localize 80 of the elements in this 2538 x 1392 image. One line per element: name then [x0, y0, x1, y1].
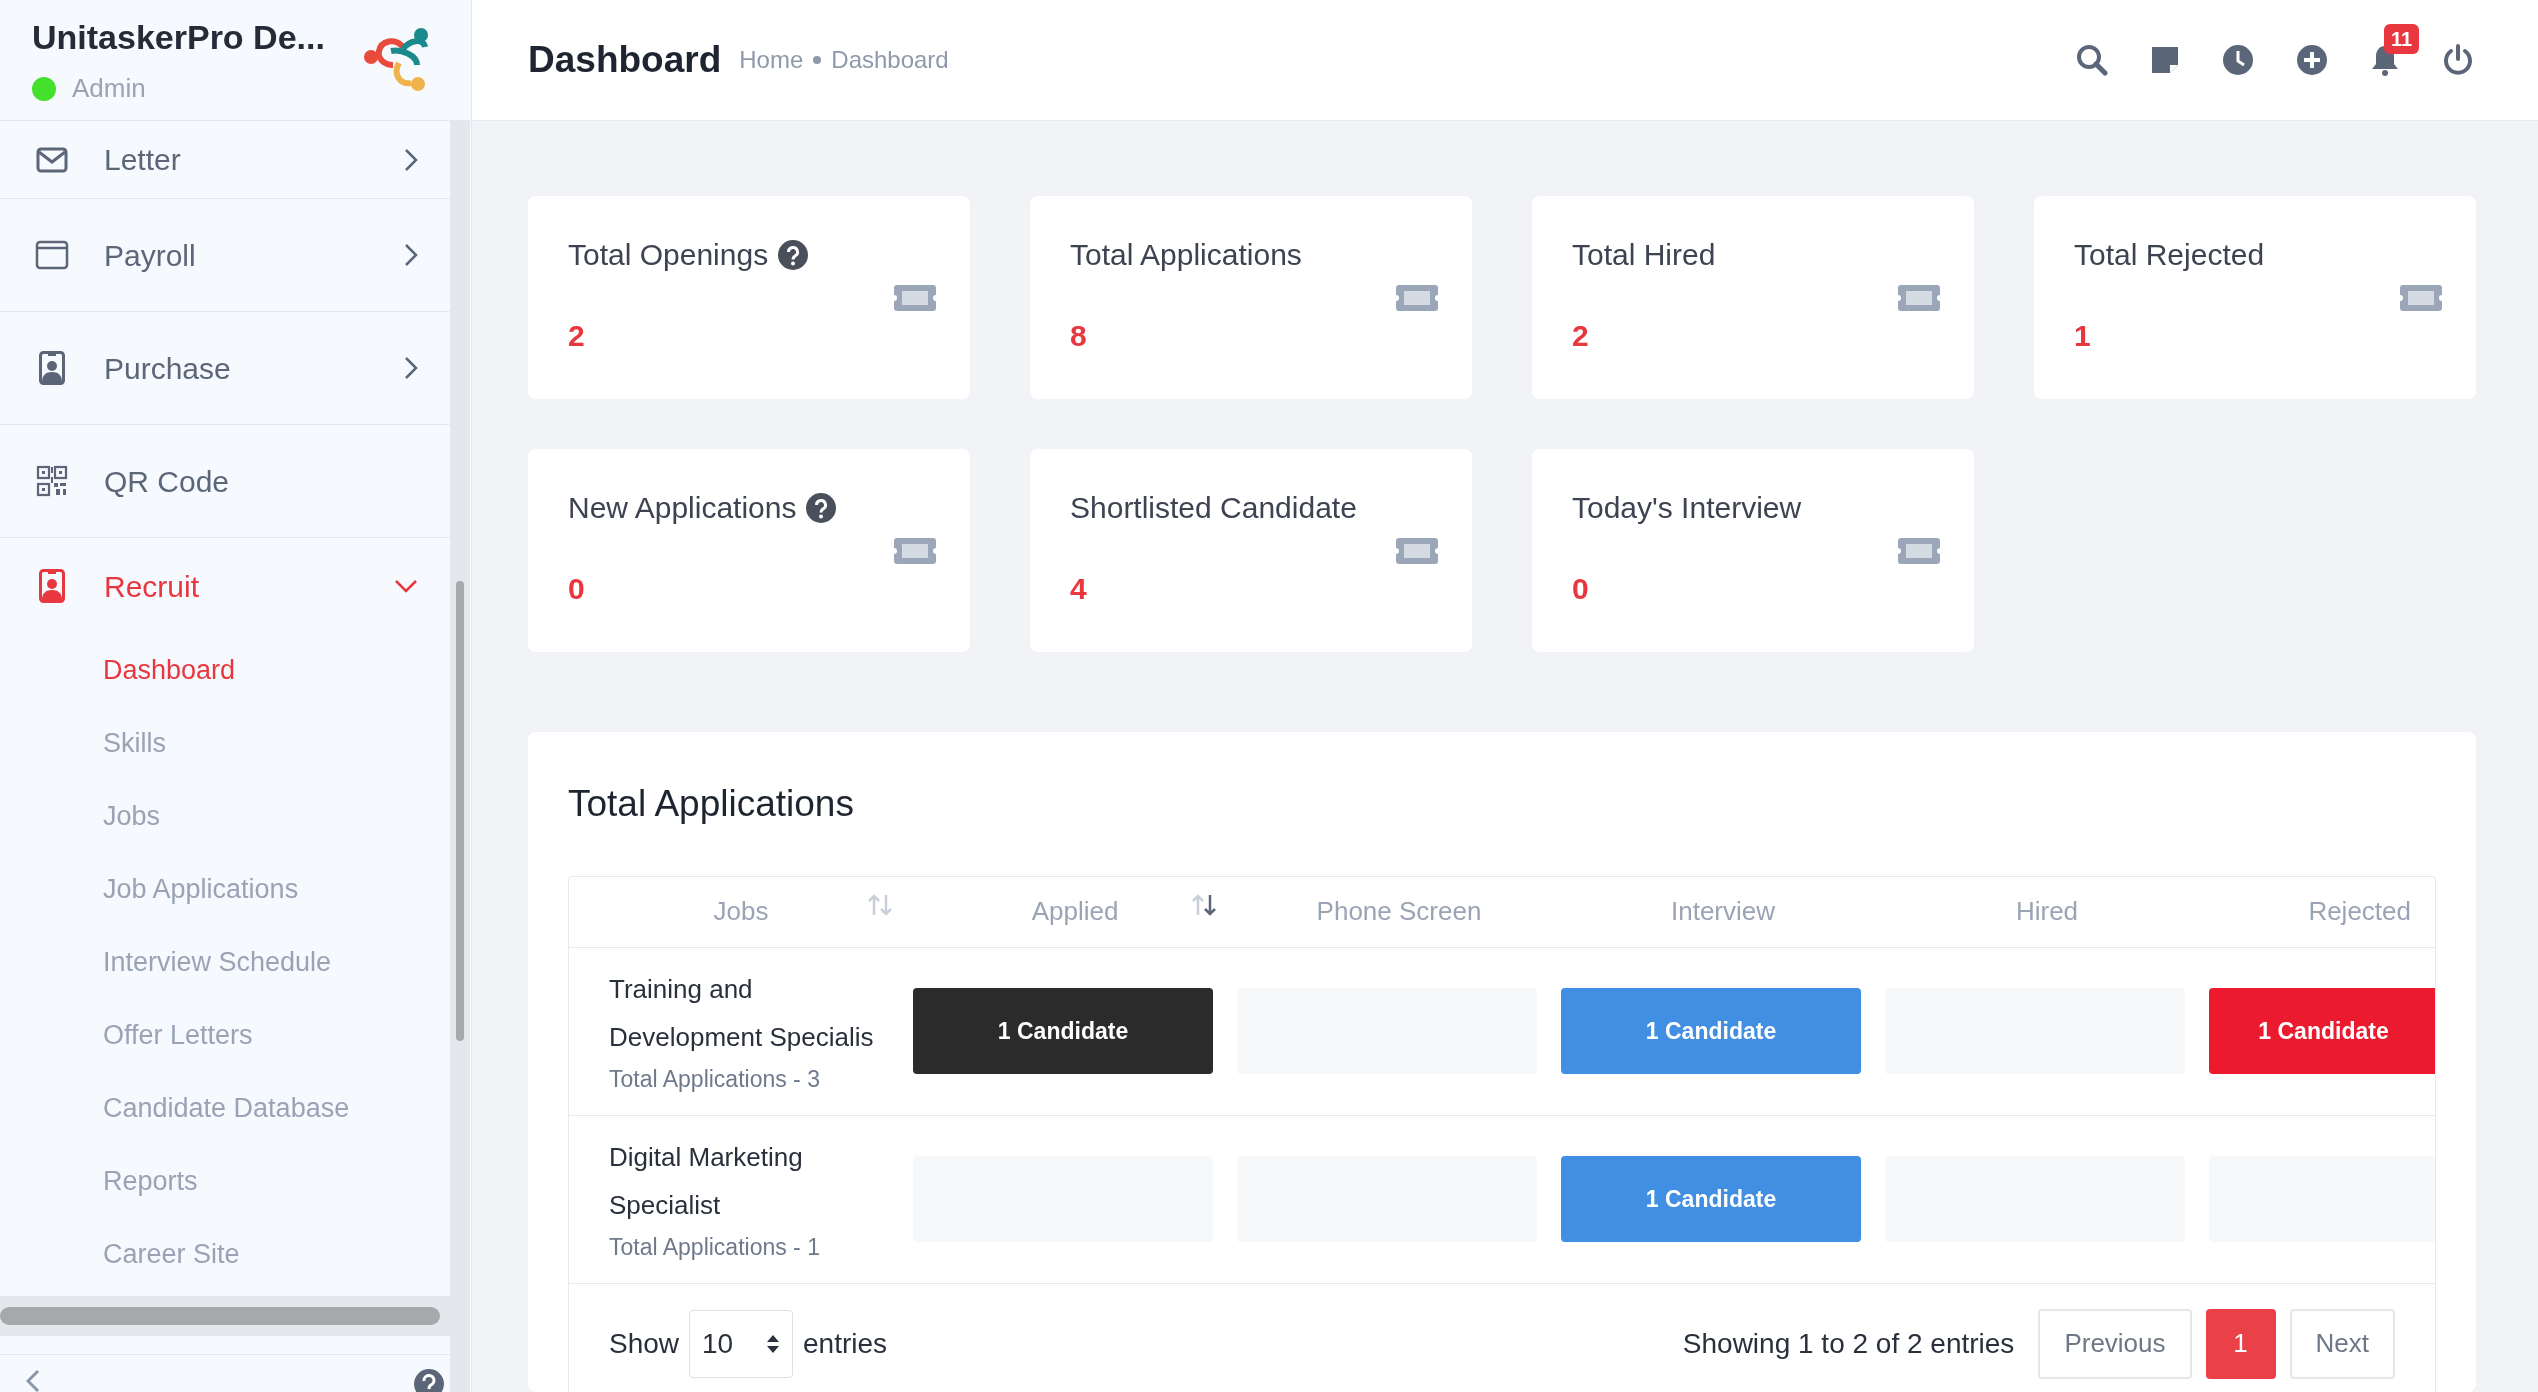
ticket-icon: [1396, 538, 1438, 564]
stat-value: 2: [568, 318, 586, 354]
pagination-button[interactable]: Next: [2289, 1308, 2395, 1379]
pagination-button[interactable]: 1: [2205, 1308, 2276, 1379]
id-badge-icon: [39, 569, 65, 603]
job-title[interactable]: Digital Marketing Specialist: [609, 1133, 899, 1229]
sort-icon[interactable]: [1191, 892, 1217, 917]
stat-value: 2: [1572, 318, 1590, 354]
stat-label: Total Rejected: [2074, 237, 2265, 273]
stat-value: 0: [1572, 571, 1590, 607]
note-icon[interactable]: [2150, 45, 2180, 75]
column-header[interactable]: Jobs: [713, 892, 769, 931]
scrollbar[interactable]: [450, 121, 470, 1392]
application-count: Total Applications - 3: [609, 1065, 821, 1094]
window-icon: [35, 240, 69, 270]
pagination-button[interactable]: Previous: [2038, 1308, 2192, 1379]
notification-badge: 11: [2384, 24, 2420, 54]
app-name: UnitaskerPro De...: [32, 17, 325, 58]
envelope-icon: [36, 146, 68, 173]
submenu-item[interactable]: Candidate Database: [0, 1072, 450, 1145]
ticket-icon: [1898, 285, 1940, 311]
sidebar-item[interactable]: Purchase: [0, 312, 450, 425]
column-header[interactable]: Interview: [1670, 892, 1775, 931]
submenu-item[interactable]: Offer Letters: [0, 999, 450, 1072]
chevron-left-icon[interactable]: [26, 1369, 40, 1392]
logo-icon: [363, 27, 431, 93]
plus-circle-icon[interactable]: [2296, 44, 2328, 76]
submenu-item[interactable]: Career Site: [0, 1218, 450, 1291]
entries-info: Showing 1 to 2 of 2 entries: [1682, 1326, 2015, 1361]
ticket-icon: [1898, 538, 1940, 564]
sidebar-item[interactable]: Letter: [0, 121, 450, 199]
breadcrumb-separator: [813, 56, 822, 64]
stat-label: Total Hired: [1572, 237, 1716, 273]
breadcrumb-link[interactable]: Home: [739, 42, 804, 78]
page-title: Dashboard: [528, 38, 722, 83]
panel-title: Total Applications: [568, 782, 855, 826]
candidate-button[interactable]: 1 Candidate: [1561, 1156, 1861, 1242]
sidebar-item[interactable]: Recruit: [0, 538, 450, 634]
help-icon[interactable]: [414, 1369, 444, 1392]
ticket-icon: [894, 538, 936, 564]
show-label: Show: [609, 1326, 680, 1361]
column-header[interactable]: Hired: [2015, 892, 2079, 931]
stat-value: 4: [1070, 571, 1088, 607]
submenu-item[interactable]: Reports: [0, 1145, 450, 1218]
stat-label: Today's Interview: [1572, 490, 1802, 526]
breadcrumb-current: Dashboard: [831, 45, 949, 75]
ticket-icon: [894, 285, 936, 311]
power-icon[interactable]: [2442, 44, 2474, 76]
ticket-icon: [1396, 285, 1438, 311]
submenu-item[interactable]: Interview Schedule: [0, 926, 450, 999]
stat-label: Shortlisted Candidate: [1070, 490, 1357, 526]
user-role: Admin: [72, 72, 146, 105]
id-badge-icon: [39, 351, 65, 385]
qr-code-icon: [36, 465, 68, 497]
column-header[interactable]: Applied: [1031, 892, 1119, 931]
clock-icon[interactable]: [2222, 44, 2254, 76]
stat-value: 8: [1070, 318, 1088, 354]
search-icon[interactable]: [2076, 44, 2108, 76]
application-count: Total Applications - 1: [609, 1233, 821, 1262]
help-icon[interactable]: [806, 492, 837, 523]
stat-label: New Applications: [568, 490, 797, 526]
stat-value: 1: [2074, 318, 2092, 354]
column-header[interactable]: Rejected: [2308, 892, 2411, 931]
candidate-button[interactable]: 1 Candidate: [913, 988, 1213, 1074]
stat-value: 0: [568, 571, 586, 607]
entries-label: entries: [803, 1326, 888, 1361]
submenu-item[interactable]: Dashboard: [0, 634, 450, 707]
candidate-button[interactable]: 1 Candidate: [2209, 988, 2435, 1074]
stat-label: Total Applications: [1070, 237, 1302, 273]
scrollbar[interactable]: [0, 1296, 450, 1336]
submenu-item[interactable]: Jobs: [0, 780, 450, 853]
help-icon[interactable]: [778, 239, 809, 270]
job-title[interactable]: Training and Development Specialis: [609, 965, 899, 1061]
submenu-item[interactable]: Skills: [0, 707, 450, 780]
submenu-item[interactable]: Job Applications: [0, 853, 450, 926]
stat-label: Total Openings: [568, 237, 769, 273]
page-size-select[interactable]: 10: [689, 1309, 794, 1378]
ticket-icon: [2400, 285, 2442, 311]
candidate-button[interactable]: 1 Candidate: [1561, 988, 1861, 1074]
column-header[interactable]: Phone Screen: [1316, 892, 1482, 931]
